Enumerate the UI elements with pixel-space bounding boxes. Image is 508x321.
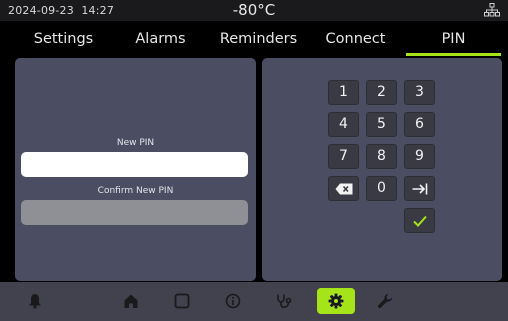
- stethoscope-icon[interactable]: [270, 288, 298, 314]
- bell-icon[interactable]: [21, 288, 49, 314]
- key-0[interactable]: 0: [366, 176, 397, 201]
- keypad-panel: 1 2 3 4 5 6 7 8 9 0: [262, 58, 502, 281]
- tab-connect[interactable]: Connect: [305, 22, 406, 56]
- tab-arrow-icon: [412, 183, 427, 194]
- pin-form-panel: New PIN Confirm New PIN: [15, 58, 256, 281]
- key-6[interactable]: 6: [404, 112, 435, 137]
- key-4[interactable]: 4: [328, 112, 359, 137]
- gear-icon[interactable]: [317, 288, 355, 314]
- confirm-key[interactable]: [404, 208, 435, 233]
- temperature-readout: -80°C: [232, 1, 276, 19]
- key-8[interactable]: 8: [366, 144, 397, 169]
- key-9[interactable]: 9: [404, 144, 435, 169]
- tab-alarms[interactable]: Alarms: [110, 22, 211, 56]
- new-pin-input[interactable]: [21, 152, 248, 177]
- square-icon[interactable]: [168, 288, 196, 314]
- confirm-pin-input[interactable]: [21, 200, 248, 225]
- tab-reminders[interactable]: Reminders: [208, 22, 309, 56]
- key-1[interactable]: 1: [328, 80, 359, 105]
- backspace-icon: [335, 183, 352, 194]
- key-7[interactable]: 7: [328, 144, 359, 169]
- key-3[interactable]: 3: [404, 80, 435, 105]
- tab-settings[interactable]: Settings: [13, 22, 114, 56]
- tab-key[interactable]: [404, 176, 435, 201]
- info-icon[interactable]: [219, 288, 247, 314]
- network-icon: [484, 3, 500, 17]
- backspace-key[interactable]: [328, 176, 359, 201]
- key-5[interactable]: 5: [366, 112, 397, 137]
- status-bar: 2024-09-23 14:27 -80°C: [0, 0, 508, 21]
- tab-pin[interactable]: PIN: [403, 22, 504, 56]
- home-icon[interactable]: [117, 288, 145, 314]
- wrench-icon[interactable]: [371, 288, 399, 314]
- key-2[interactable]: 2: [366, 80, 397, 105]
- tab-bar: Settings Alarms Reminders Connect PIN: [0, 22, 508, 56]
- checkmark-icon: [412, 215, 427, 227]
- confirm-pin-label: Confirm New PIN: [97, 186, 174, 196]
- bottom-nav: [0, 282, 508, 321]
- new-pin-label: New PIN: [116, 138, 155, 148]
